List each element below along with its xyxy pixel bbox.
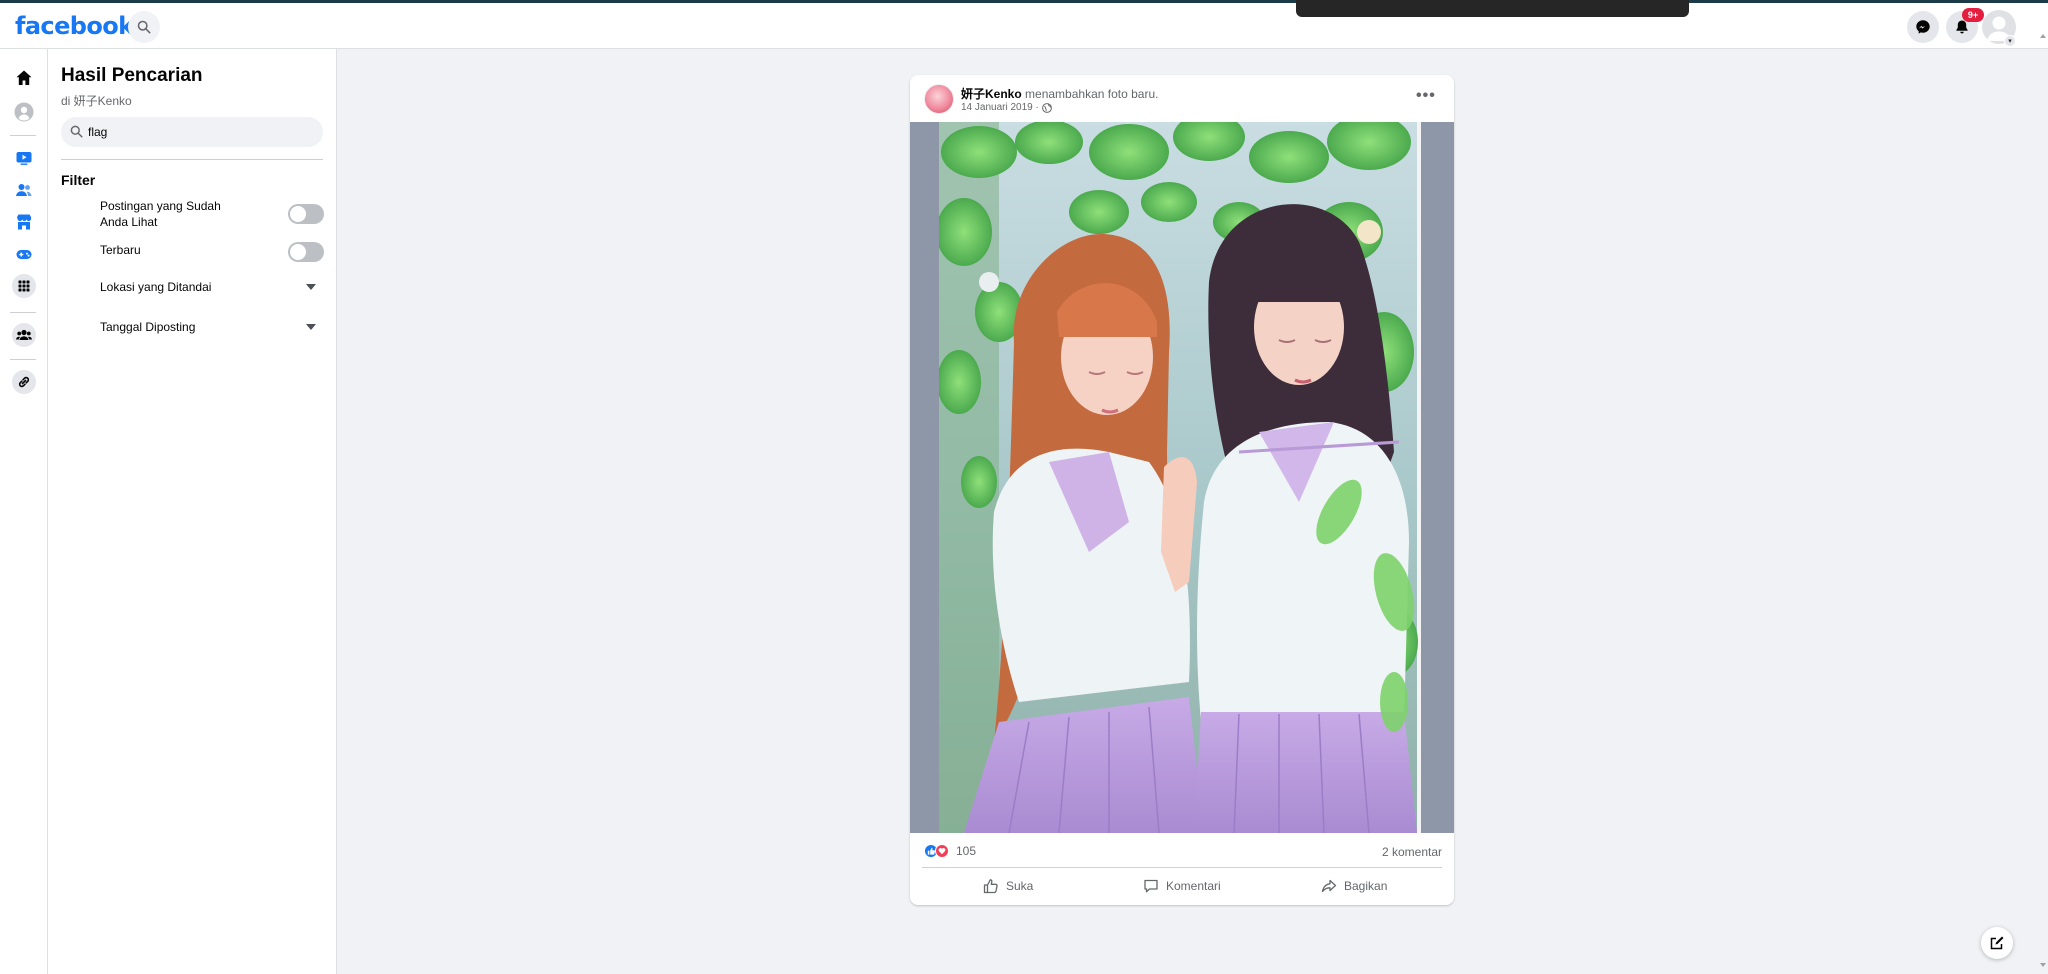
filter-location-label[interactable]: Lokasi yang Ditandai	[100, 279, 211, 295]
filter-seen-posts-line2: Anda Lihat	[100, 215, 158, 229]
link-icon[interactable]	[12, 370, 36, 394]
marketplace-icon[interactable]	[12, 210, 36, 234]
like-label: Suka	[1006, 879, 1034, 893]
gaming-icon[interactable]	[12, 242, 36, 266]
messenger-icon	[1916, 20, 1930, 34]
thumbs-up-icon	[983, 879, 998, 894]
comment-button[interactable]: Komentari	[1143, 872, 1221, 900]
recent-toggle[interactable]	[288, 242, 324, 262]
date-dropdown-caret-icon[interactable]	[306, 324, 316, 330]
like-button[interactable]: Suka	[983, 872, 1033, 900]
dark-overlay-banner	[1296, 0, 1689, 17]
facebook-logo[interactable]: facebook	[15, 12, 134, 40]
scrollbar-down-arrow[interactable]	[2040, 963, 2046, 967]
comment-label: Komentari	[1166, 879, 1221, 893]
nav-separator	[10, 359, 36, 360]
search-icon	[70, 125, 83, 138]
author-name[interactable]: 妍子Kenko	[961, 87, 1022, 101]
post-photo-container[interactable]	[910, 122, 1454, 833]
location-dropdown-caret-icon[interactable]	[306, 284, 316, 290]
notification-badge: 9+	[1962, 8, 1984, 22]
messenger-button[interactable]	[1907, 11, 1939, 43]
globe-icon	[1041, 102, 1052, 113]
compose-icon	[1990, 936, 2004, 950]
post-meta: 14 Januari 2019 ·	[961, 102, 1052, 113]
friends-icon[interactable]	[12, 178, 36, 202]
search-results-sidebar: Hasil Pencarian di 妍子Kenko Filter Postin…	[48, 49, 337, 974]
sidebar-divider	[61, 159, 323, 160]
love-reaction-icon	[935, 844, 949, 858]
post-action-divider	[922, 867, 1442, 868]
seen-posts-toggle[interactable]	[288, 204, 324, 224]
reaction-count: 105	[956, 844, 977, 858]
filter-seen-posts-line1: Postingan yang Sudah	[100, 199, 221, 213]
more-options-icon[interactable]: •••	[1416, 87, 1436, 105]
search-scope-label: di 妍子Kenko	[61, 94, 132, 108]
post-action-text: menambahkan foto baru.	[1025, 87, 1159, 101]
share-icon	[1321, 879, 1337, 893]
share-button[interactable]: Bagikan	[1321, 872, 1387, 900]
post-card: 妍子Kenko menambahkan foto baru. 14 Januar…	[910, 75, 1454, 905]
account-menu-chevron-icon[interactable]: ▾	[2004, 35, 2016, 47]
scrollbar-up-arrow[interactable]	[2040, 34, 2046, 38]
filter-recent-label: Terbaru	[100, 243, 141, 257]
post-header: 妍子Kenko menambahkan foto baru.	[961, 85, 1158, 102]
apps-grid-icon[interactable]	[12, 274, 36, 298]
search-input[interactable]	[88, 117, 318, 147]
comment-count[interactable]: 2 komentar	[1382, 845, 1442, 859]
nav-separator	[10, 135, 36, 136]
left-nav-rail	[0, 49, 48, 974]
profile-icon[interactable]	[12, 100, 36, 124]
search-box[interactable]	[61, 117, 323, 147]
search-icon	[137, 20, 151, 34]
filter-seen-posts-label: Postingan yang Sudah Anda Lihat	[100, 198, 221, 230]
filter-date-label[interactable]: Tanggal Diposting	[100, 319, 195, 335]
top-bar: facebook 9+ ▾	[0, 3, 2048, 49]
comment-icon	[1144, 879, 1158, 893]
post-date[interactable]: 14 Januari 2019 ·	[961, 102, 1039, 113]
home-icon[interactable]	[12, 66, 36, 90]
groups-icon[interactable]	[12, 323, 36, 347]
nav-separator	[10, 312, 36, 313]
top-search-button[interactable]	[128, 11, 160, 43]
share-label: Bagikan	[1344, 879, 1388, 893]
watch-icon[interactable]	[12, 146, 36, 170]
author-avatar[interactable]	[924, 84, 954, 114]
new-message-button[interactable]	[1981, 927, 2013, 959]
reaction-summary[interactable]: 105	[924, 844, 976, 858]
page-title: Hasil Pencarian	[61, 65, 203, 86]
filter-heading: Filter	[61, 172, 96, 188]
post-photo[interactable]	[939, 122, 1421, 833]
